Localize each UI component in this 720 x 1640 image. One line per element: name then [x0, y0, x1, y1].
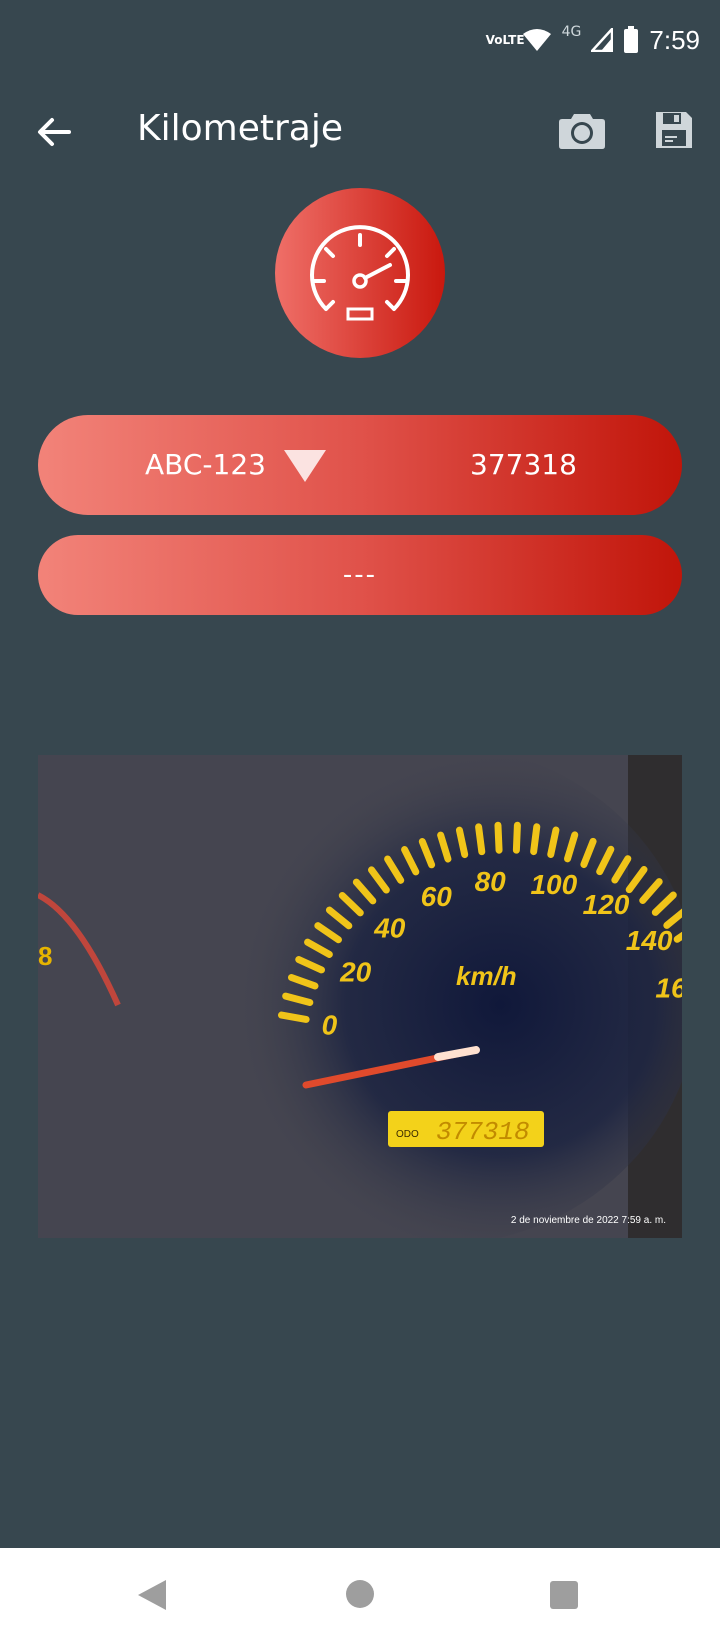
save-button[interactable]: [650, 104, 698, 156]
gauge-label: 120: [583, 889, 630, 920]
navigation-bar: [0, 1548, 720, 1640]
speedometer-emblem: [275, 188, 445, 358]
gauge-label: 20: [339, 957, 372, 988]
gauge-tick: [512, 821, 521, 854]
gauge-label: 100: [530, 869, 577, 900]
arrow-back-icon: [38, 118, 71, 146]
gauge-label: 160: [655, 972, 682, 1003]
app-bar: Kilometraje: [0, 90, 720, 170]
gauge-label: 60: [421, 881, 453, 912]
odometer-value: 377318: [470, 448, 577, 481]
camera-button[interactable]: [556, 104, 608, 156]
back-button[interactable]: [30, 108, 78, 156]
network-type-label: 4G: [561, 24, 582, 40]
battery-icon: [623, 26, 639, 54]
gauge-label: 0: [322, 1010, 338, 1041]
vehicle-plate: ABC-123: [145, 448, 266, 481]
page-title: Kilometraje: [137, 108, 343, 149]
gauge-tick: [475, 823, 486, 856]
photo-timestamp: 2 de noviembre de 2022 7:59 a. m.: [510, 1215, 666, 1226]
wifi-icon: [522, 28, 552, 52]
unit-label: km/h: [456, 961, 517, 991]
camera-icon: [559, 114, 605, 149]
note-field[interactable]: ---: [38, 535, 682, 615]
vehicle-selector[interactable]: ABC-123 377318: [38, 415, 682, 515]
gauge-tick: [277, 1011, 310, 1023]
gauge-label: 80: [475, 866, 507, 897]
nav-back-icon[interactable]: [136, 1578, 168, 1612]
svg-text:8: 8: [38, 941, 52, 971]
signal-icon: [591, 28, 614, 52]
gauge-label: 40: [373, 912, 406, 943]
floppy-disk-icon: [656, 112, 692, 148]
gauge-tick: [494, 821, 503, 854]
odometer-photo[interactable]: 8 020406080100120140160 km/h ODO 377318 …: [38, 755, 682, 1238]
dropdown-arrow-icon[interactable]: [282, 448, 328, 484]
volte-top-label: Vo: [485, 33, 503, 47]
odo-label: ODO: [396, 1129, 419, 1140]
odo-display: 377318: [436, 1117, 530, 1147]
gauge-label: 140: [626, 925, 673, 956]
clock: 7:59: [649, 24, 700, 55]
speedometer-icon: [310, 225, 410, 321]
odometer-photo-image: 8 02040 60 80 100120 140 160 km/h ODO 377318: [38, 755, 682, 1238]
gauge-tick: [530, 823, 541, 856]
note-text: ---: [342, 560, 378, 590]
nav-recents-icon[interactable]: [550, 1581, 578, 1609]
nav-home-icon[interactable]: [346, 1580, 374, 1608]
status-bar: Vo LTE 4G 7:59: [0, 0, 720, 80]
volte-icon: Vo LTE: [485, 33, 525, 47]
